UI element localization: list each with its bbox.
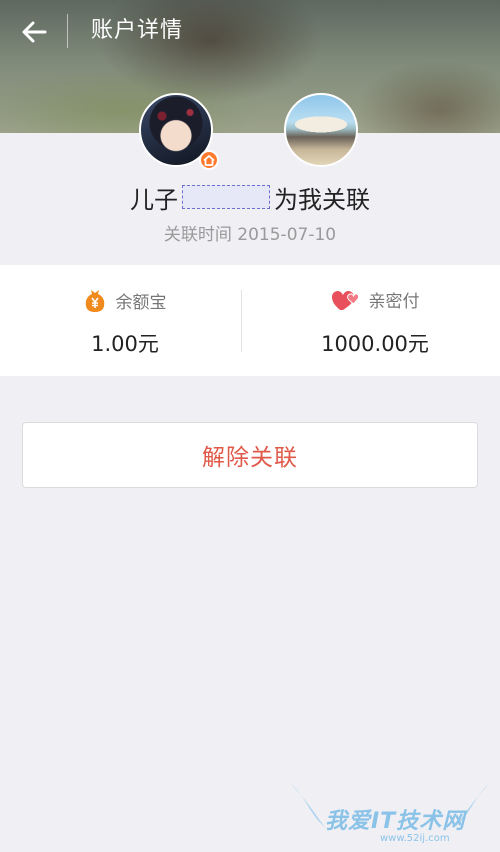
name-prefix: 儿子 — [130, 185, 178, 214]
watermark-logo: 我爱IT技术网 www.52ij.com — [285, 775, 495, 845]
name-suffix: 为我关联 — [274, 185, 370, 214]
stat-label: 余额宝 — [115, 292, 167, 313]
stat-value: 1000.00元 — [321, 332, 429, 356]
yuebao-coin-icon — [85, 290, 104, 312]
watermark-url: www.52ij.com — [380, 833, 450, 844]
stat-qinmifu[interactable]: 亲密付 1000.00元 — [250, 265, 500, 376]
back-button[interactable] — [14, 14, 54, 50]
link-time: 关联时间 2015-07-10 — [163, 225, 337, 245]
parent-avatar[interactable] — [284, 93, 358, 167]
stat-value: 1.00元 — [91, 332, 159, 356]
home-badge-icon — [199, 150, 219, 170]
relation-name: 儿子 为我关联 — [0, 180, 500, 214]
hearts-icon — [331, 290, 359, 310]
redacted-name — [182, 185, 270, 209]
title-divider — [67, 14, 68, 48]
page-title: 账户详情 — [91, 18, 184, 43]
unlink-button[interactable]: 解除关联 — [22, 422, 478, 488]
stat-yuebao[interactable]: 余额宝 1.00元 — [0, 265, 250, 376]
header-banner — [0, 0, 500, 133]
stats-card: 余额宝 1.00元 亲密付 1000.00元 — [0, 265, 500, 376]
stat-label: 亲密付 — [368, 292, 420, 312]
arrow-left-icon — [22, 21, 47, 43]
stats-divider — [241, 290, 242, 352]
watermark-text: 我爱IT技术网 — [325, 809, 466, 834]
